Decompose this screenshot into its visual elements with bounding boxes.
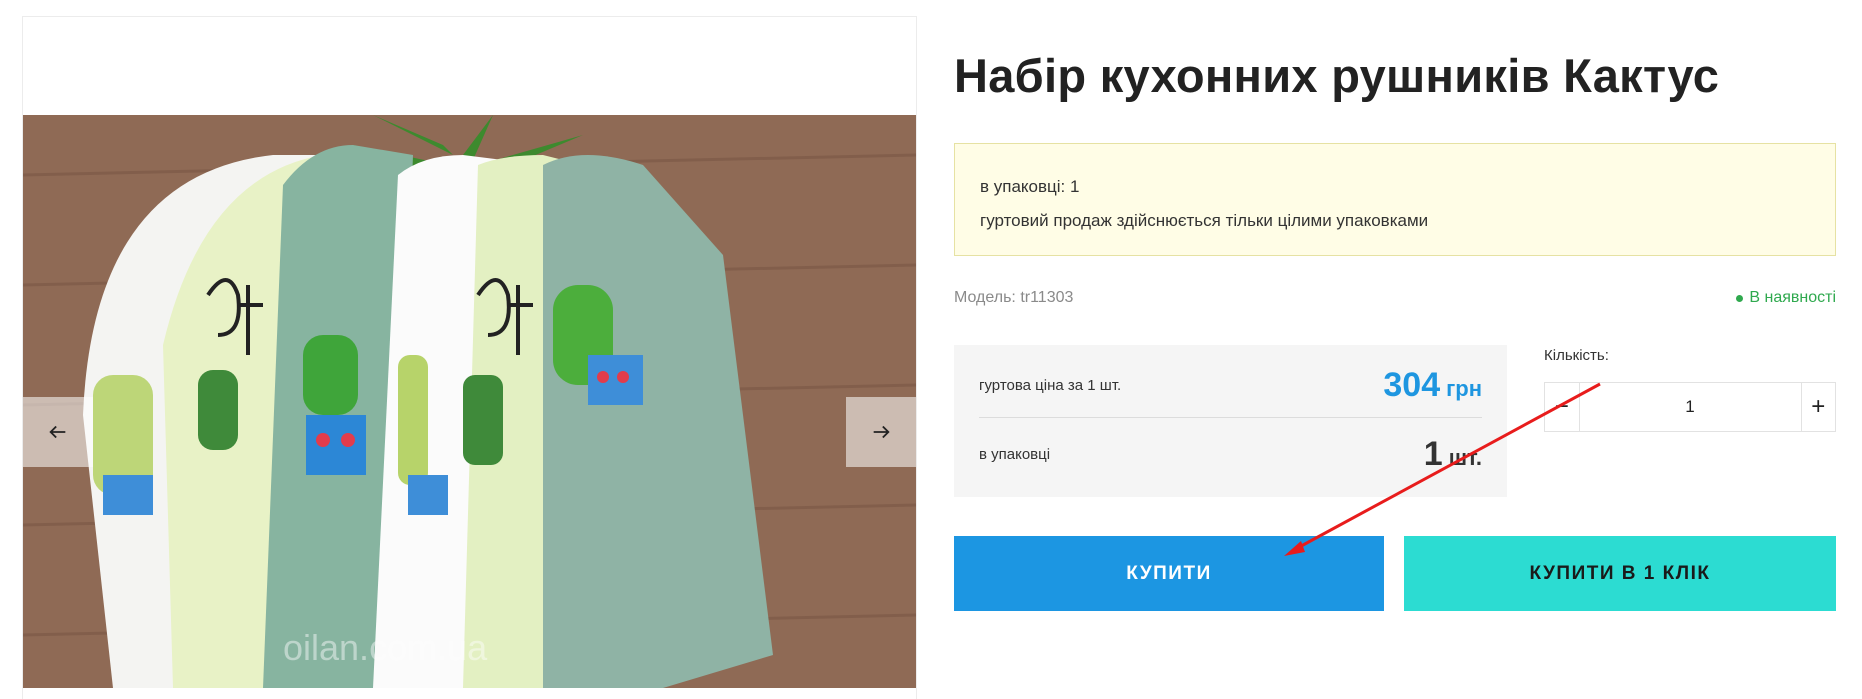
- price-label: гуртова ціна за 1 шт.: [979, 376, 1122, 394]
- gallery-next-button[interactable]: [846, 397, 916, 467]
- product-title: Набір кухонних рушників Кактус: [954, 49, 1720, 102]
- stock-status-text: В наявності: [1749, 289, 1836, 306]
- model-row: Модель: tr11303 В наявності: [954, 286, 1836, 310]
- package-row: в упаковці 1 шт.: [979, 418, 1482, 490]
- quantity-input[interactable]: [1579, 383, 1801, 431]
- notice-line-package: в упаковці: 1: [980, 177, 1080, 196]
- package-unit: шт.: [1448, 444, 1482, 470]
- package-notice: в упаковці: 1 гуртовий продаж здійснюєть…: [954, 143, 1836, 256]
- price-row: гуртова ціна за 1 шт. 304 грн: [979, 345, 1482, 418]
- gallery-prev-button[interactable]: [23, 397, 93, 467]
- product-gallery: oilan.com.ua: [22, 16, 917, 699]
- package-value: 1 шт.: [1424, 435, 1482, 474]
- product-photo[interactable]: oilan.com.ua: [23, 115, 916, 688]
- quantity-stepper: − +: [1544, 382, 1836, 432]
- quantity-label: Кількість:: [1544, 347, 1609, 364]
- package-label: в упаковці: [979, 445, 1051, 463]
- arrow-left-icon: [49, 425, 66, 439]
- buy-one-click-button[interactable]: КУПИТИ В 1 КЛІК: [1404, 536, 1836, 611]
- arrow-right-icon: [873, 425, 890, 439]
- stock-dot-icon: [1736, 294, 1744, 302]
- stock-status: В наявності: [1736, 286, 1836, 310]
- model-label: Модель: tr11303: [954, 289, 1074, 306]
- quantity-decrease-button[interactable]: −: [1545, 383, 1580, 431]
- price-value: 304 грн: [1383, 366, 1482, 405]
- towels-illustration: oilan.com.ua: [23, 115, 916, 688]
- price-box: гуртова ціна за 1 шт. 304 грн в упаковці…: [954, 345, 1507, 497]
- package-amount: 1: [1423, 434, 1443, 473]
- quantity-increase-button[interactable]: +: [1800, 383, 1835, 431]
- price-currency: грн: [1446, 375, 1482, 401]
- notice-line-wholesale: гуртовий продаж здійснюється тільки ціли…: [980, 211, 1429, 230]
- price-amount: 304: [1383, 365, 1441, 404]
- svg-text:oilan.com.ua: oilan.com.ua: [283, 627, 488, 668]
- buy-button[interactable]: КУПИТИ: [954, 536, 1384, 611]
